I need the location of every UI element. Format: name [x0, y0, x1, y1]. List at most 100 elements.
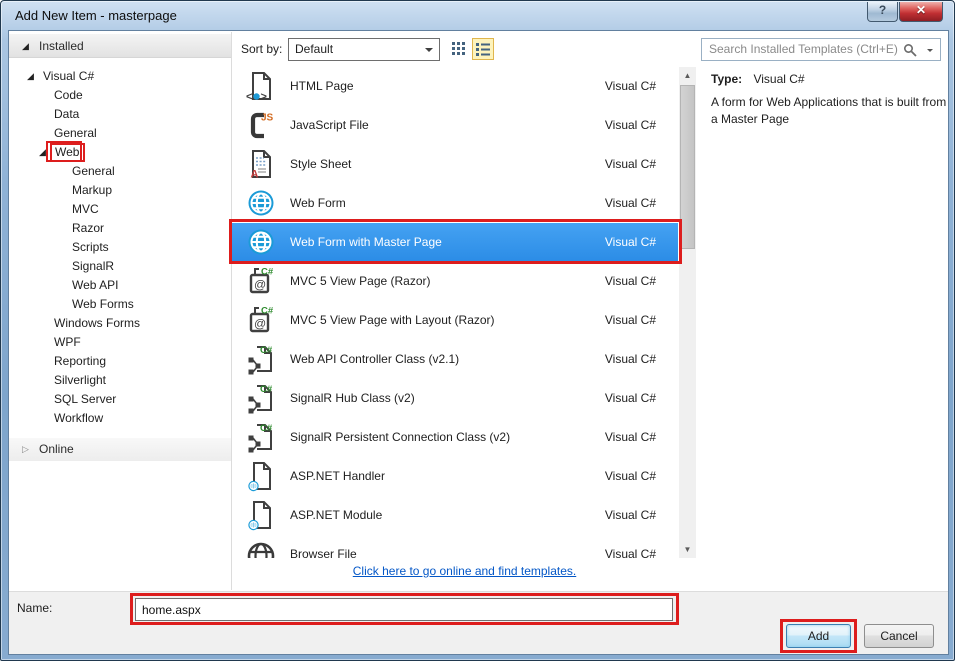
- template-language: Visual C#: [604, 469, 656, 483]
- tree-item-label: Web API: [72, 278, 119, 292]
- search-input[interactable]: Search Installed Templates (Ctrl+E): [701, 38, 941, 61]
- scroll-down-icon[interactable]: ▼: [679, 541, 696, 558]
- tree-item-signalr[interactable]: SignalR: [9, 257, 231, 276]
- tree-item-mvc[interactable]: MVC: [9, 200, 231, 219]
- svg-text:C#: C#: [261, 306, 274, 317]
- tree-item-label: General: [54, 126, 97, 140]
- tree-item-workflow[interactable]: Workflow: [9, 409, 231, 428]
- template-name: Browser File: [290, 547, 357, 558]
- tree-item-label: Silverlight: [54, 373, 107, 387]
- tree-item-web-api[interactable]: Web API: [9, 276, 231, 295]
- template-item-signalr-hub-class-v2[interactable]: C# SignalR Hub Class (v2) Visual C#: [232, 379, 678, 418]
- expanded-arrow-icon[interactable]: ◢: [27, 67, 34, 86]
- list-view-button[interactable]: [472, 38, 494, 60]
- template-item-html-page[interactable]: < > HTML Page Visual C#: [232, 67, 678, 106]
- sort-by-value: Default: [295, 42, 334, 56]
- online-link-row: Click here to go online and find templat…: [232, 564, 697, 578]
- template-item-browser-file[interactable]: Browser File Visual C#: [232, 535, 678, 558]
- template-name: ASP.NET Module: [290, 508, 383, 522]
- dropdown-caret-icon: [425, 48, 433, 56]
- template-item-web-api-controller-class-v2-1[interactable]: C# Web API Controller Class (v2.1) Visual …: [232, 340, 678, 379]
- tree-item-general[interactable]: General: [9, 162, 231, 181]
- small-icons-icon: [452, 42, 465, 55]
- close-icon: ✕: [915, 3, 927, 17]
- template-item-web-form[interactable]: Web Form Visual C#: [232, 184, 678, 223]
- installed-header[interactable]: ◢ Installed: [9, 34, 231, 58]
- template-item-signalr-persistent-connection-class-v2[interactable]: C# SignalR Persistent Connection Class (v…: [232, 418, 678, 457]
- scroll-up-icon[interactable]: ▲: [679, 67, 696, 84]
- svg-text:@: @: [254, 278, 266, 292]
- template-item-javascript-file[interactable]: JS JavaScript File Visual C#: [232, 106, 678, 145]
- template-language: Visual C#: [604, 157, 656, 171]
- tree-item-reporting[interactable]: Reporting: [9, 352, 231, 371]
- small-icons-view-button[interactable]: [448, 38, 470, 60]
- search-placeholder: Search Installed Templates (Ctrl+E): [709, 42, 898, 56]
- go-online-link[interactable]: Click here to go online and find templat…: [353, 564, 576, 578]
- tree-item-visual-c[interactable]: ◢ Visual C#: [9, 67, 231, 86]
- category-tree: ◢ Visual C# Code Data General ◢ Web General Mark…: [9, 67, 231, 428]
- tree-item-wpf[interactable]: WPF: [9, 333, 231, 352]
- tree-item-web-forms[interactable]: Web Forms: [9, 295, 231, 314]
- help-icon: ?: [878, 3, 887, 17]
- search-options-caret-icon[interactable]: [927, 49, 933, 55]
- collapsed-arrow-icon: ▷: [22, 444, 29, 454]
- tree-item-sql-server[interactable]: SQL Server: [9, 390, 231, 409]
- sort-by-label: Sort by:: [241, 42, 283, 56]
- template-name: SignalR Hub Class (v2): [290, 391, 415, 405]
- template-language: Visual C#: [604, 196, 656, 210]
- tree-item-label: Markup: [72, 183, 113, 197]
- template-item-mvc-5-view-page-with-layout-razor[interactable]: @ C# MVC 5 View Page with Layout (Razor) Vi…: [232, 301, 678, 340]
- tree-item-label: Workflow: [54, 411, 104, 425]
- template-item-style-sheet[interactable]: A Style Sheet Visual C#: [232, 145, 678, 184]
- online-header[interactable]: ▷ Online: [9, 438, 231, 461]
- svg-text:<: <: [246, 91, 252, 102]
- style-sheet-icon: A: [245, 148, 277, 180]
- tree-item-web[interactable]: ◢ Web: [9, 143, 231, 162]
- template-item-asp-net-handler[interactable]: ASP.NET Handler Visual C#: [232, 457, 678, 496]
- svg-text:A: A: [251, 169, 259, 181]
- javascript-file-icon: JS: [245, 109, 277, 141]
- code-class-icon: C#: [245, 343, 277, 375]
- tree-item-silverlight[interactable]: Silverlight: [9, 371, 231, 390]
- expanded-arrow-icon: ◢: [22, 41, 29, 51]
- expanded-arrow-icon[interactable]: ◢: [39, 143, 46, 162]
- list-view-icon: [476, 43, 490, 56]
- template-item-asp-net-module[interactable]: ASP.NET Module Visual C#: [232, 496, 678, 535]
- tree-item-label: Code: [54, 88, 83, 102]
- online-header-label: Online: [39, 442, 74, 456]
- template-language: Visual C#: [604, 547, 656, 558]
- template-list: < > HTML Page Visual C# JS JavaScript File Vis…: [232, 67, 678, 558]
- template-name: SignalR Persistent Connection Class (v2): [290, 430, 511, 444]
- tree-item-general[interactable]: General: [9, 124, 231, 143]
- razor-page-icon: @ C#: [245, 304, 277, 336]
- template-language: Visual C#: [604, 352, 656, 366]
- svg-text:C#: C#: [260, 423, 273, 434]
- code-class-icon: C#: [245, 421, 277, 453]
- template-name: ASP.NET Handler: [290, 469, 385, 483]
- svg-text:C#: C#: [260, 384, 273, 395]
- tree-item-razor[interactable]: Razor: [9, 219, 231, 238]
- template-name: JavaScript File: [290, 118, 369, 132]
- template-language: Visual C#: [604, 508, 656, 522]
- tree-item-markup[interactable]: Markup: [9, 181, 231, 200]
- type-value: Visual C#: [753, 72, 805, 86]
- tree-item-windows-forms[interactable]: Windows Forms: [9, 314, 231, 333]
- template-item-mvc-5-view-page-razor[interactable]: @ C# MVC 5 View Page (Razor) Visual C#: [232, 262, 678, 301]
- tree-item-code[interactable]: Code: [9, 86, 231, 105]
- tree-item-data[interactable]: Data: [9, 105, 231, 124]
- tree-item-scripts[interactable]: Scripts: [9, 238, 231, 257]
- template-item-web-form-with-master-page[interactable]: Web Form with Master Page Visual C#: [232, 223, 678, 262]
- template-name: MVC 5 View Page (Razor): [290, 274, 431, 288]
- name-input[interactable]: [135, 598, 673, 621]
- sort-by-dropdown[interactable]: Default: [288, 38, 440, 61]
- help-button[interactable]: ?: [867, 2, 898, 22]
- close-button[interactable]: ✕: [899, 2, 943, 22]
- template-language: Visual C#: [604, 79, 656, 93]
- tree-item-label: Reporting: [54, 354, 107, 368]
- scrollbar-thumb[interactable]: [680, 85, 695, 249]
- cancel-button[interactable]: Cancel: [864, 624, 934, 648]
- svg-text:C#: C#: [260, 345, 273, 356]
- list-scrollbar[interactable]: ▲ ▼: [679, 67, 696, 558]
- add-button[interactable]: Add: [786, 624, 851, 648]
- tree-item-label: Windows Forms: [54, 316, 141, 330]
